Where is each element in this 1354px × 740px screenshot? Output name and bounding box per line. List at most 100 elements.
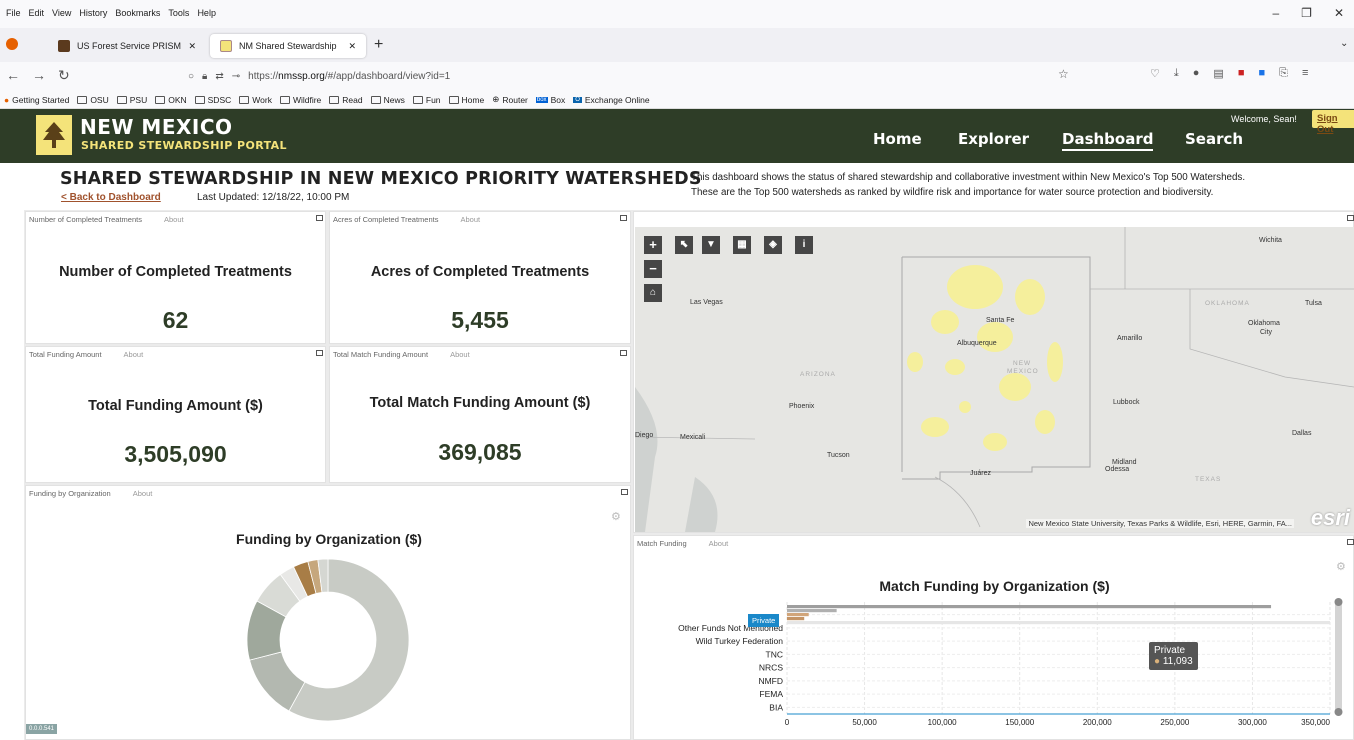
close-icon[interactable]: ✕ (1334, 6, 1344, 20)
select-icon[interactable]: ⬉ (675, 236, 693, 254)
about-link[interactable]: About (460, 215, 480, 224)
nav-dashboard[interactable]: Dashboard (1062, 130, 1154, 151)
download-icon[interactable]: ⤓ (1174, 67, 1179, 80)
back-to-dashboard-link[interactable]: < Back to Dashboard (61, 192, 161, 203)
x-tick-label: 100,000 (928, 718, 957, 727)
bookmark-okn[interactable]: OKN (155, 94, 187, 105)
sign-out-button[interactable]: Sign Out (1312, 110, 1354, 135)
lastpass-icon[interactable]: ■ (1238, 67, 1245, 80)
url-bar[interactable]: ○ 🔒︎ ⇄ ⊸ https://nmssp.org/#/app/dashboa… (180, 65, 1080, 87)
watershed-map[interactable]: + − ⌂ ⬉ ▼ ▦ ◈ i Wichita Las Vegas OKLAHO… (635, 227, 1354, 532)
close-tab-icon[interactable]: ✕ (348, 41, 356, 52)
bookmark-psu[interactable]: PSU (116, 94, 147, 105)
bookmark-wildfire[interactable]: Wildfire (279, 94, 321, 105)
settings-gear-icon[interactable]: ⚙ (1336, 560, 1346, 573)
tree-logo-icon[interactable] (36, 115, 72, 155)
close-tab-icon[interactable]: ✕ (188, 41, 196, 52)
bar-0[interactable] (787, 605, 1272, 609)
page-title: SHARED STEWARDSHIP IN NEW MEXICO PRIORIT… (60, 169, 702, 189)
extension-icon[interactable]: ● (1193, 67, 1200, 80)
maximize-icon[interactable] (621, 489, 628, 495)
filter-icon[interactable]: ▼ (702, 236, 720, 254)
nav-explorer[interactable]: Explorer (958, 130, 1029, 148)
layers-icon[interactable]: ◈ (764, 236, 782, 254)
home-icon[interactable]: ⌂ (644, 284, 662, 302)
star-icon[interactable]: ☆ (1058, 67, 1069, 81)
panel-header: Total Funding Amount About (29, 350, 143, 359)
scrollbar-handle-1[interactable] (1334, 708, 1343, 716)
menu-help[interactable]: Help (197, 8, 216, 18)
about-link[interactable]: About (709, 539, 729, 548)
bookmark-news[interactable]: News (370, 94, 405, 105)
about-link[interactable]: About (450, 350, 470, 359)
menu-edit[interactable]: Edit (29, 8, 45, 18)
maximize-icon[interactable] (1347, 539, 1354, 545)
about-link[interactable]: About (124, 350, 144, 359)
maximize-icon[interactable] (316, 215, 323, 221)
about-link[interactable]: About (133, 489, 153, 498)
bookmark-exchange-online[interactable]: O Exchange Online (573, 94, 650, 105)
tab-nm-shared-stewardship[interactable]: NM Shared Stewardship ✕ (210, 34, 366, 58)
bookmark-osu[interactable]: OSU (77, 94, 109, 105)
tab-prism[interactable]: US Forest Service PRISM ✕ (48, 34, 206, 58)
new-tab-icon[interactable]: + (374, 36, 383, 54)
hamburger-menu-icon[interactable]: ≡ (1302, 67, 1308, 80)
firefox-icon[interactable] (6, 38, 18, 50)
folder-icon (448, 95, 459, 104)
info-icon[interactable]: i (795, 236, 813, 254)
map-attribution[interactable]: New Mexico State University, Texas Parks… (1026, 519, 1294, 528)
zoom-out-button[interactable]: − (644, 260, 662, 278)
minimize-icon[interactable]: – (1272, 6, 1279, 20)
menu-view[interactable]: View (52, 8, 71, 18)
restore-icon[interactable]: ❐ (1301, 6, 1312, 20)
nav-home[interactable]: Home (873, 130, 922, 148)
folder-icon (370, 95, 381, 104)
bookmark-router[interactable]: ⊕ Router (492, 94, 528, 105)
bookmark-sdsc[interactable]: SDSC (194, 94, 231, 105)
map-label: OKLAHOMA (1205, 300, 1250, 307)
settings-gear-icon[interactable]: ⚙ (611, 510, 621, 523)
back-icon[interactable]: ← (6, 67, 20, 83)
pocket-icon[interactable]: ♡ (1150, 67, 1160, 80)
basemap-grid-icon[interactable]: ▦ (733, 236, 751, 254)
bookmark-getting-started[interactable]: ● Getting Started (4, 94, 69, 105)
reload-icon[interactable]: ↻ (58, 67, 70, 84)
folder-icon (155, 95, 166, 104)
zoom-in-button[interactable]: + (644, 236, 662, 254)
nav-search[interactable]: Search (1185, 130, 1243, 148)
forward-icon[interactable]: → (32, 67, 46, 83)
menu-tools[interactable]: Tools (168, 8, 189, 18)
globe-icon: ⊕ (492, 94, 500, 104)
portal-title[interactable]: NEW MEXICO (80, 115, 233, 139)
menu-bookmarks[interactable]: Bookmarks (115, 8, 160, 18)
maximize-icon[interactable] (620, 215, 627, 221)
bar-3[interactable] (787, 617, 805, 621)
match-funding-bar-chart[interactable]: 0 50,000 100,000 150,000 200,000 250,000 300,0… (634, 596, 1354, 740)
funding-donut-chart[interactable] (245, 557, 411, 723)
scrollbar-handle-0[interactable] (1334, 598, 1343, 606)
menu-file[interactable]: File (6, 8, 21, 18)
welcome-text: Welcome, Sean! (1231, 114, 1297, 124)
bar-2[interactable] (787, 613, 809, 617)
maximize-icon[interactable] (1347, 215, 1354, 221)
chevron-down-icon[interactable]: ⌄ (1340, 38, 1348, 49)
chart-scrollbar[interactable] (1335, 602, 1342, 712)
bar-1[interactable] (787, 609, 837, 613)
category-label: NRCS (759, 663, 783, 673)
bookmark-read[interactable]: Read (329, 94, 363, 105)
bookmark-box[interactable]: box Box (535, 94, 565, 105)
bookmark-home[interactable]: Home (448, 94, 484, 105)
bookmark-work[interactable]: Work (239, 94, 272, 105)
map-label: Juárez (970, 470, 992, 477)
clipboard-icon[interactable]: ⎘ (1279, 67, 1288, 80)
bookmark-fun[interactable]: Fun (412, 94, 441, 105)
extension-d-icon[interactable]: ■ (1258, 67, 1265, 80)
maximize-icon[interactable] (620, 350, 627, 356)
menu-history[interactable]: History (79, 8, 107, 18)
map-label: Santa Fe (986, 317, 1015, 324)
map-label: Las Vegas (690, 299, 723, 306)
reader-icon[interactable]: ▤ (1213, 67, 1223, 80)
about-link[interactable]: About (164, 215, 184, 224)
maximize-icon[interactable] (316, 350, 323, 356)
bar-4[interactable] (787, 621, 1330, 625)
